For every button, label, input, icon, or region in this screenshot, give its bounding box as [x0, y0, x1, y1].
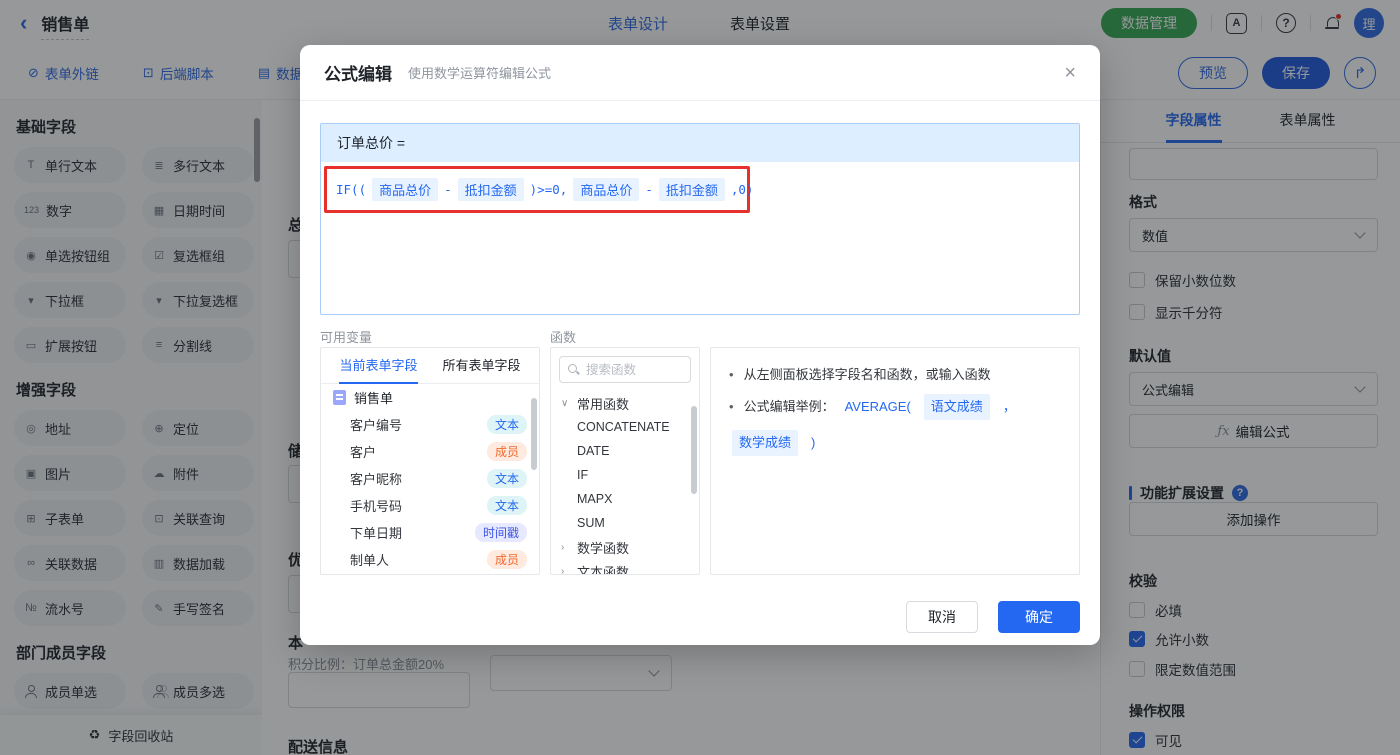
function-group-common[interactable]: ∨ 常用函数: [551, 391, 699, 415]
variable-row[interactable]: 制单人 成员: [321, 546, 539, 573]
functions-scrollbar[interactable]: [691, 406, 697, 494]
close-icon[interactable]: ×: [1064, 63, 1076, 83]
type-badge: 成员: [486, 550, 527, 569]
tips-panel: • 从左侧面板选择字段名和函数，或输入函数 • 公式编辑举例： AVERAGE(…: [710, 347, 1080, 575]
formula-expression[interactable]: IF(( 商品总价 - 抵扣金额 )>=0, 商品总价 - 抵扣金额 ,0): [335, 178, 753, 201]
variables-panel: 当前表单字段 所有表单字段 销售单 客户编号 文本 客户 成员 客户昵称 文本 手机号…: [320, 347, 540, 575]
functions-panel: ∨ 常用函数 CONCATENATE DATE IF MAPX SUM › 数学…: [550, 347, 700, 575]
example-close: ): [811, 435, 816, 451]
chevron-right-icon: ›: [561, 565, 565, 575]
tip-line: • 从左侧面板选择字段名和函数，或输入函数: [729, 364, 1061, 386]
chevron-right-icon: ›: [561, 541, 565, 553]
function-search[interactable]: [559, 356, 691, 383]
form-tree-root[interactable]: 销售单: [321, 384, 539, 411]
formula-editor-box: 订单总价 = IF(( 商品总价 - 抵扣金额 )>=0, 商品总价 - 抵扣金…: [320, 123, 1080, 315]
function-item[interactable]: CONCATENATE: [551, 415, 699, 439]
formula-operator: -: [444, 182, 452, 197]
cancel-button[interactable]: 取消: [906, 601, 978, 633]
variable-row[interactable]: 客户昵称 文本: [321, 465, 539, 492]
variables-label: 可用变量: [320, 330, 373, 345]
function-item[interactable]: DATE: [551, 439, 699, 463]
formula-operator: -: [645, 182, 653, 197]
function-item[interactable]: SUM: [551, 511, 699, 535]
type-badge: 文本: [486, 415, 527, 434]
modal-footer: 取消 确定: [300, 589, 1100, 645]
function-item[interactable]: IF: [551, 463, 699, 487]
function-group-math[interactable]: › 数学函数: [551, 535, 699, 559]
modal-header: 公式编辑 使用数学运算符编辑公式 ×: [300, 45, 1100, 101]
form-designer-app: ‹ 销售单 表单设计 表单设置 数据管理 A ? 理 ⊘ 表单外链 ⊡ 后端脚本…: [0, 0, 1400, 755]
tab-current-form-fields[interactable]: 当前表单字段: [339, 348, 418, 384]
modal-title: 公式编辑: [324, 65, 392, 84]
tip-example-line: • 公式编辑举例： AVERAGE( 语文成绩 ， 数学成绩 ): [729, 394, 1061, 457]
variable-row[interactable]: 手机号码 文本: [321, 492, 539, 519]
tab-all-form-fields[interactable]: 所有表单字段: [442, 348, 520, 384]
formula-text: IF((: [336, 182, 367, 197]
variables-tabs: 当前表单字段 所有表单字段: [321, 348, 539, 384]
function-group-text[interactable]: › 文本函数: [551, 559, 699, 575]
modal-subtitle: 使用数学运算符编辑公式: [408, 66, 552, 81]
document-icon: [333, 390, 346, 405]
confirm-button[interactable]: 确定: [998, 601, 1080, 633]
type-badge: 文本: [486, 469, 527, 488]
formula-text: )>=0,: [529, 182, 568, 197]
formula-annotation-box[interactable]: IF(( 商品总价 - 抵扣金额 )>=0, 商品总价 - 抵扣金额 ,0): [324, 166, 753, 213]
field-token[interactable]: 抵扣金额: [658, 178, 725, 201]
variable-row[interactable]: 下单日期 时间戳: [321, 519, 539, 546]
function-item[interactable]: MAPX: [551, 487, 699, 511]
example-function: AVERAGE(: [844, 399, 911, 415]
variable-row[interactable]: 客户编号 文本: [321, 411, 539, 438]
example-token: 数学成绩: [732, 430, 799, 457]
search-input[interactable]: [586, 362, 676, 377]
formula-target: 订单总价 =: [321, 124, 1079, 162]
functions-label: 函数: [550, 330, 577, 345]
formula-editor-modal: 公式编辑 使用数学运算符编辑公式 × 订单总价 = IF(( 商品总价 - 抵扣…: [300, 45, 1100, 645]
variables-scrollbar[interactable]: [531, 398, 537, 470]
search-icon: [568, 363, 580, 376]
chevron-down-icon: ∨: [561, 397, 569, 409]
bullet: •: [729, 367, 734, 382]
example-token: 语文成绩: [923, 394, 990, 421]
variable-row[interactable]: 客户 成员: [321, 438, 539, 465]
field-token[interactable]: 商品总价: [372, 178, 439, 201]
bullet: •: [729, 399, 734, 415]
type-badge: 时间戳: [474, 523, 527, 542]
field-token[interactable]: 抵扣金额: [457, 178, 524, 201]
type-badge: 成员: [486, 442, 527, 461]
field-token[interactable]: 商品总价: [573, 178, 640, 201]
example-separator: ，: [1002, 399, 1016, 415]
formula-text: ,0): [730, 182, 754, 197]
type-badge: 文本: [486, 496, 527, 515]
